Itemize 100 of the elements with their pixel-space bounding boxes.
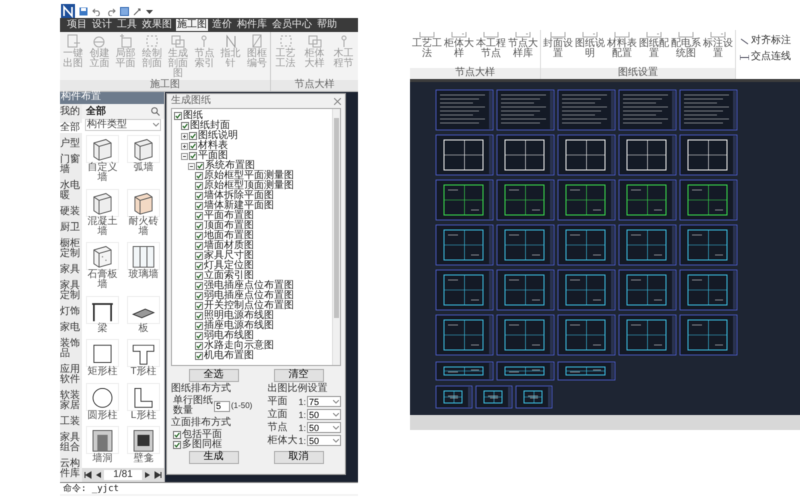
category-item[interactable]: 门窗墙 (60, 155, 82, 175)
toolbar-label[interactable]: 节点大样库 (508, 39, 538, 59)
toolbar-label[interactable]: 封面设置 (543, 39, 573, 59)
redo-icon[interactable] (106, 6, 116, 16)
menu-tab[interactable]: 施工图 (176, 19, 208, 31)
toolbar-icon[interactable] (677, 31, 695, 39)
checkbox[interactable] (195, 202, 203, 210)
tree-item[interactable]: 地面布置图 (204, 231, 254, 241)
checkbox[interactable] (195, 222, 203, 230)
component-thumbnail[interactable] (127, 242, 160, 270)
checkbox[interactable] (195, 252, 203, 260)
tree-item[interactable]: 水路走向示意图 (204, 341, 274, 351)
next-page-icon[interactable] (144, 471, 152, 479)
tree-item[interactable]: 照明电源布线图 (204, 311, 274, 321)
component-label[interactable]: 自定义墙 (84, 163, 122, 183)
tree-item[interactable]: 系统布置图 (205, 161, 255, 171)
toolbar-icon[interactable] (482, 31, 500, 39)
component-thumbnail[interactable] (86, 296, 119, 324)
toolbar-label[interactable]: 本工程节点 (476, 39, 506, 59)
tree-item[interactable]: 顶面布置图 (204, 221, 254, 231)
category-item[interactable]: 灯饰 (60, 307, 82, 317)
menu-tab[interactable]: 设计 (91, 19, 113, 31)
scrollbar[interactable] (332, 109, 340, 365)
tree-item[interactable]: 弱电布线图 (204, 331, 254, 341)
component-thumbnail[interactable] (127, 296, 160, 324)
dialog-button[interactable]: 清空 (274, 368, 324, 382)
tree-item[interactable]: 立面索引图 (204, 271, 254, 281)
checkbox[interactable] (195, 242, 203, 250)
component-thumbnail[interactable] (86, 426, 119, 454)
toolbar-label[interactable]: 材料表配置 (607, 39, 637, 59)
component-thumbnail[interactable] (127, 426, 160, 454)
category-item[interactable]: 家具组合 (60, 433, 82, 453)
expand-icon[interactable] (181, 142, 188, 150)
toolbar-icon[interactable] (418, 31, 436, 39)
toolbar-label[interactable]: 配电系统图 (671, 39, 701, 59)
component-label[interactable]: 石膏板墙 (84, 270, 122, 290)
component-label[interactable]: 板 (124, 324, 162, 334)
previous-page-icon[interactable] (94, 471, 102, 479)
dialog-button[interactable]: 全选 (188, 368, 238, 382)
menu-tab[interactable]: 造价 (211, 19, 233, 31)
checkbox[interactable] (195, 352, 203, 360)
component-thumbnail[interactable] (127, 135, 160, 163)
checkbox[interactable] (195, 342, 203, 350)
menu-tab[interactable]: 效果图 (141, 19, 173, 31)
search-icon[interactable] (151, 107, 160, 116)
category-item[interactable]: 橱柜定制 (60, 239, 82, 259)
page-field[interactable]: 1/81 (104, 470, 142, 480)
checkbox[interactable] (189, 142, 197, 150)
tree-item[interactable]: 强电插座点位布置图 (204, 281, 294, 291)
tree-item[interactable]: 插座电源布线图 (204, 321, 274, 331)
category-item[interactable]: 云构件库 (60, 459, 82, 479)
dialog-button[interactable]: 生成 (188, 450, 238, 464)
category-item[interactable]: 家具 (60, 265, 82, 275)
component-label[interactable]: 玻璃墙 (124, 270, 162, 280)
category-item[interactable]: 工装 (60, 417, 82, 427)
toolbar-label[interactable]: 图纸配置 (639, 39, 669, 59)
tree-item[interactable]: 墙体拆除平面图 (204, 191, 274, 201)
component-label[interactable]: 矩形柱 (84, 367, 122, 378)
category-item[interactable]: 全部 (60, 123, 82, 133)
menu-tab[interactable]: 帮助 (316, 19, 338, 31)
tree-item[interactable]: 家具尺寸图 (204, 251, 254, 261)
category-item[interactable]: 厨卫 (60, 223, 82, 233)
checkbox[interactable] (195, 282, 203, 290)
tree-item[interactable]: 原始框型顶面测量图 (204, 181, 294, 191)
checkbox[interactable] (195, 182, 203, 190)
toolbar-icon[interactable] (709, 31, 727, 39)
menu-tab[interactable]: 会员中心 (271, 19, 313, 31)
window-icon[interactable] (120, 6, 129, 16)
component-thumbnail[interactable] (86, 382, 119, 411)
component-thumbnail[interactable] (86, 135, 119, 163)
app-logo-icon[interactable] (61, 4, 75, 18)
component-thumbnail[interactable] (86, 188, 119, 217)
menu-tab[interactable]: 构件库 (236, 19, 268, 31)
component-thumbnail[interactable] (86, 339, 119, 368)
component-label[interactable]: T形柱 (124, 367, 162, 378)
tree-item[interactable]: 机电布置图 (204, 351, 254, 361)
checkbox[interactable] (195, 192, 203, 200)
tree-item[interactable]: 图纸 (183, 111, 203, 121)
toolbar-label[interactable]: 工艺工法 (412, 39, 442, 59)
last-page-icon[interactable] (154, 471, 162, 479)
component-label[interactable]: 弧墙 (124, 163, 162, 173)
tree-item[interactable]: 图纸说明 (198, 131, 238, 141)
close-icon[interactable] (334, 98, 341, 104)
toolbar-label[interactable]: 柜体大样 (444, 39, 474, 59)
checkbox[interactable] (174, 112, 182, 120)
tree-item[interactable]: 墙面材质图 (204, 241, 254, 251)
component-thumbnail[interactable] (127, 339, 160, 368)
checkbox[interactable] (189, 132, 197, 140)
category-item[interactable]: 家电 (60, 323, 82, 333)
diagonal-line-icon[interactable] (740, 38, 749, 44)
filter-dropdown[interactable]: 构件类型 (85, 119, 161, 131)
tree-item[interactable]: 原始框型平面测量图 (204, 171, 294, 181)
category-item[interactable]: 我的 (60, 107, 82, 117)
checkbox[interactable] (195, 292, 203, 300)
category-item[interactable]: 硬装 (60, 207, 82, 217)
tree-item[interactable]: 开关控制点位布置图 (204, 301, 294, 311)
first-page-icon[interactable] (84, 471, 92, 479)
checkbox[interactable] (173, 431, 181, 439)
checkbox[interactable] (195, 262, 203, 270)
category-item[interactable]: 软装家居 (60, 391, 82, 411)
